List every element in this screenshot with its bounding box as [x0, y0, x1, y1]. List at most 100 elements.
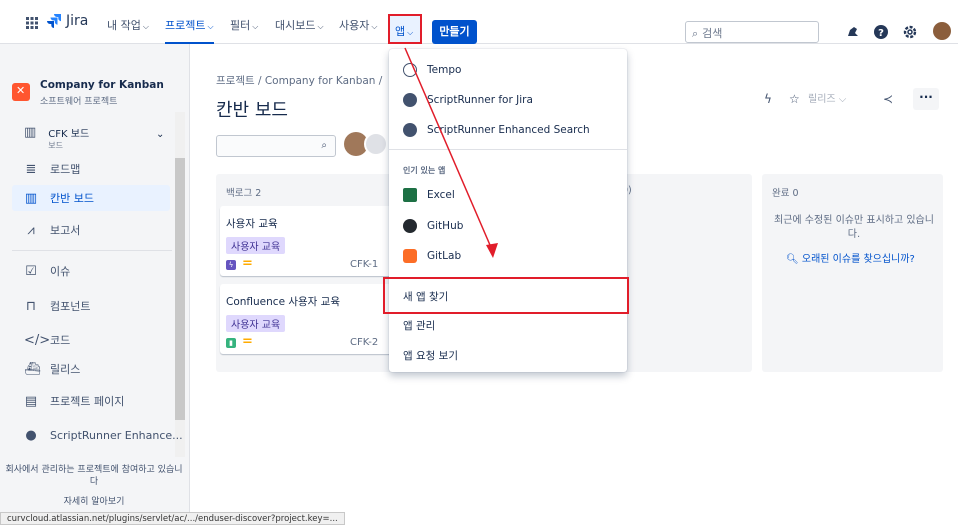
menu-item-label: 앱 관리: [403, 319, 436, 332]
sidebar-divider: [12, 250, 172, 251]
column-done: 완료 0 최근에 수정된 이슈만 표시하고 있습니다. 🔍︎ 오래된 이슈를 찾…: [762, 174, 943, 372]
app-switcher-icon[interactable]: [26, 17, 38, 29]
menu-item-scriptrunner-jira[interactable]: ScriptRunner for Jira: [389, 85, 627, 115]
jira-logo[interactable]: Jira: [46, 13, 88, 29]
lightning-icon[interactable]: ϟ: [764, 92, 772, 106]
board-selector-sub: 보드: [48, 141, 64, 150]
sidebar-item-kanban-board[interactable]: ▥ 칸반 보드: [12, 185, 170, 211]
tempo-icon: [403, 63, 417, 77]
epic-badge: 사용자 교육: [226, 237, 286, 254]
nav-apps-label: 앱: [395, 25, 406, 38]
issue-key: CFK-1: [350, 259, 379, 270]
issue-card[interactable]: Confluence 사용자 교육 사용자 교육 ▮ = CFK-2: [220, 284, 392, 354]
older-issues-link[interactable]: 🔍︎ 오래된 이슈를 찾으십니까?: [786, 250, 915, 265]
profile-avatar[interactable]: [933, 22, 951, 40]
chevron-down-icon: ⌵: [252, 22, 259, 31]
menu-divider: [389, 149, 627, 150]
jira-mark-icon: [47, 14, 61, 28]
board-icon: ▥: [24, 125, 37, 140]
nav-filters[interactable]: 필터 ⌵: [230, 17, 258, 33]
menu-item-scriptrunner-search[interactable]: ScriptRunner Enhanced Search: [389, 115, 627, 145]
reports-icon: ⩘: [27, 222, 35, 238]
menu-item-gitlab[interactable]: GitLab: [389, 241, 627, 271]
search-icon: ⌕: [321, 140, 327, 151]
svg-text:?: ?: [878, 28, 884, 39]
sidebar-item-scriptrunner[interactable]: ● ScriptRunner Enhance...: [24, 428, 183, 443]
menu-item-excel[interactable]: Excel: [389, 180, 627, 210]
search-input[interactable]: ⌕ 검색: [685, 21, 819, 43]
popular-apps-header: 인기 있는 앱: [403, 166, 446, 175]
sidebar-item-project-pages[interactable]: ▤ 프로젝트 페이지: [24, 393, 125, 409]
nav-people-label: 사용자: [339, 19, 370, 32]
board-icon: ▥: [24, 190, 38, 206]
project-avatar-icon: [12, 83, 30, 101]
chevron-down-icon: ⌵: [407, 28, 414, 37]
sidebar-item-releases[interactable]: ⛴ 릴리스: [24, 361, 80, 377]
chevron-down-icon: ⌵: [207, 22, 214, 31]
column-header: 완료 0: [772, 188, 799, 199]
share-icon[interactable]: ≺: [883, 92, 893, 106]
menu-item-app-requests[interactable]: 앱 요청 보기: [389, 340, 627, 370]
menu-item-tempo[interactable]: Tempo: [389, 55, 627, 85]
nav-my-work[interactable]: 내 작업 ⌵: [107, 17, 149, 33]
annotation-highlight-box: [383, 277, 629, 314]
menu-item-label: GitLab: [427, 250, 462, 262]
star-icon[interactable]: ☆: [789, 92, 800, 106]
search-icon: 🔍︎: [786, 254, 799, 265]
sidebar-item-label: ScriptRunner Enhance...: [50, 429, 183, 442]
menu-item-github[interactable]: GitHub: [389, 211, 627, 241]
task-type-icon: ▮: [226, 338, 236, 348]
card-title: Confluence 사용자 교육: [226, 296, 341, 308]
sidebar-item-label: 릴리스: [50, 363, 81, 376]
sidebar-item-label: 칸반 보드: [50, 192, 94, 205]
scriptrunner-icon: [403, 123, 417, 137]
nav-projects-label: 프로젝트: [165, 19, 206, 32]
github-icon: [403, 219, 417, 233]
avatar[interactable]: [364, 132, 388, 156]
sidebar-item-label: 프로젝트 페이지: [50, 395, 125, 408]
card-title: 사용자 교육: [226, 218, 278, 230]
help-icon[interactable]: ?: [873, 24, 889, 40]
settings-icon[interactable]: [902, 24, 918, 40]
done-message: 최근에 수정된 이슈만 표시하고 있습니다.: [774, 215, 934, 240]
sidebar-item-components[interactable]: ⊓ 컴포넌트: [24, 298, 91, 314]
nav-projects[interactable]: 프로젝트 ⌵: [165, 17, 214, 44]
learn-more-link[interactable]: 자세히 알아보기: [4, 496, 184, 508]
priority-medium-icon: =: [242, 334, 253, 349]
project-type: 소프트웨어 프로젝트: [40, 97, 118, 107]
release-button[interactable]: 릴리즈 ⌵: [808, 90, 846, 105]
notifications-icon[interactable]: [845, 24, 861, 40]
search-icon: ⌕: [692, 27, 699, 40]
sidebar-footer: 회사에서 관리하는 프로젝트에 참여하고 있습니다 자세히 알아보기: [4, 464, 184, 508]
issue-key: CFK-2: [350, 337, 379, 348]
roadmap-icon: ≣: [25, 161, 37, 177]
project-header[interactable]: Company for Kanban 소프트웨어 프로젝트: [12, 79, 164, 107]
chevron-down-icon: ⌵: [317, 22, 324, 31]
releases-icon: ⛴: [24, 361, 41, 377]
nav-my-work-label: 내 작업: [107, 19, 141, 32]
board-selector-name: CFK 보드: [48, 129, 90, 140]
story-type-icon: ϟ: [226, 260, 236, 270]
more-options-button[interactable]: ···: [913, 88, 939, 110]
code-icon: </>: [24, 332, 51, 348]
menu-item-label: ScriptRunner Enhanced Search: [427, 124, 590, 136]
nav-filters-label: 필터: [230, 19, 251, 32]
create-button[interactable]: 만들기: [432, 20, 477, 44]
nav-apps[interactable]: 앱 ⌵: [388, 14, 422, 44]
issue-card[interactable]: 사용자 교육 사용자 교육 ϟ = CFK-1: [220, 206, 392, 276]
sidebar-scrollbar[interactable]: [175, 158, 185, 420]
sidebar-item-reports[interactable]: ⩘ 보고서: [24, 222, 80, 238]
sidebar-item-issues[interactable]: ☑ 이슈: [24, 263, 70, 279]
breadcrumb[interactable]: 프로젝트 / Company for Kanban /: [216, 73, 382, 88]
sidebar-item-roadmap[interactable]: ≣ 로드맵: [24, 161, 81, 177]
sidebar-item-code[interactable]: </> 코드: [24, 332, 70, 348]
scriptrunner-icon: ●: [25, 428, 37, 443]
chevron-down-icon: ⌄: [156, 129, 165, 140]
menu-item-manage-apps[interactable]: 앱 관리: [389, 310, 627, 340]
board-search-input[interactable]: ⌕: [216, 135, 336, 157]
epic-badge: 사용자 교육: [226, 315, 286, 332]
status-bar-url: curvcloud.atlassian.net/plugins/servlet/…: [0, 512, 345, 525]
nav-dashboards[interactable]: 대시보드 ⌵: [275, 17, 324, 33]
board-selector[interactable]: ▥ CFK 보드 보드 ⌄: [24, 125, 164, 151]
nav-people[interactable]: 사용자 ⌵: [339, 17, 377, 33]
